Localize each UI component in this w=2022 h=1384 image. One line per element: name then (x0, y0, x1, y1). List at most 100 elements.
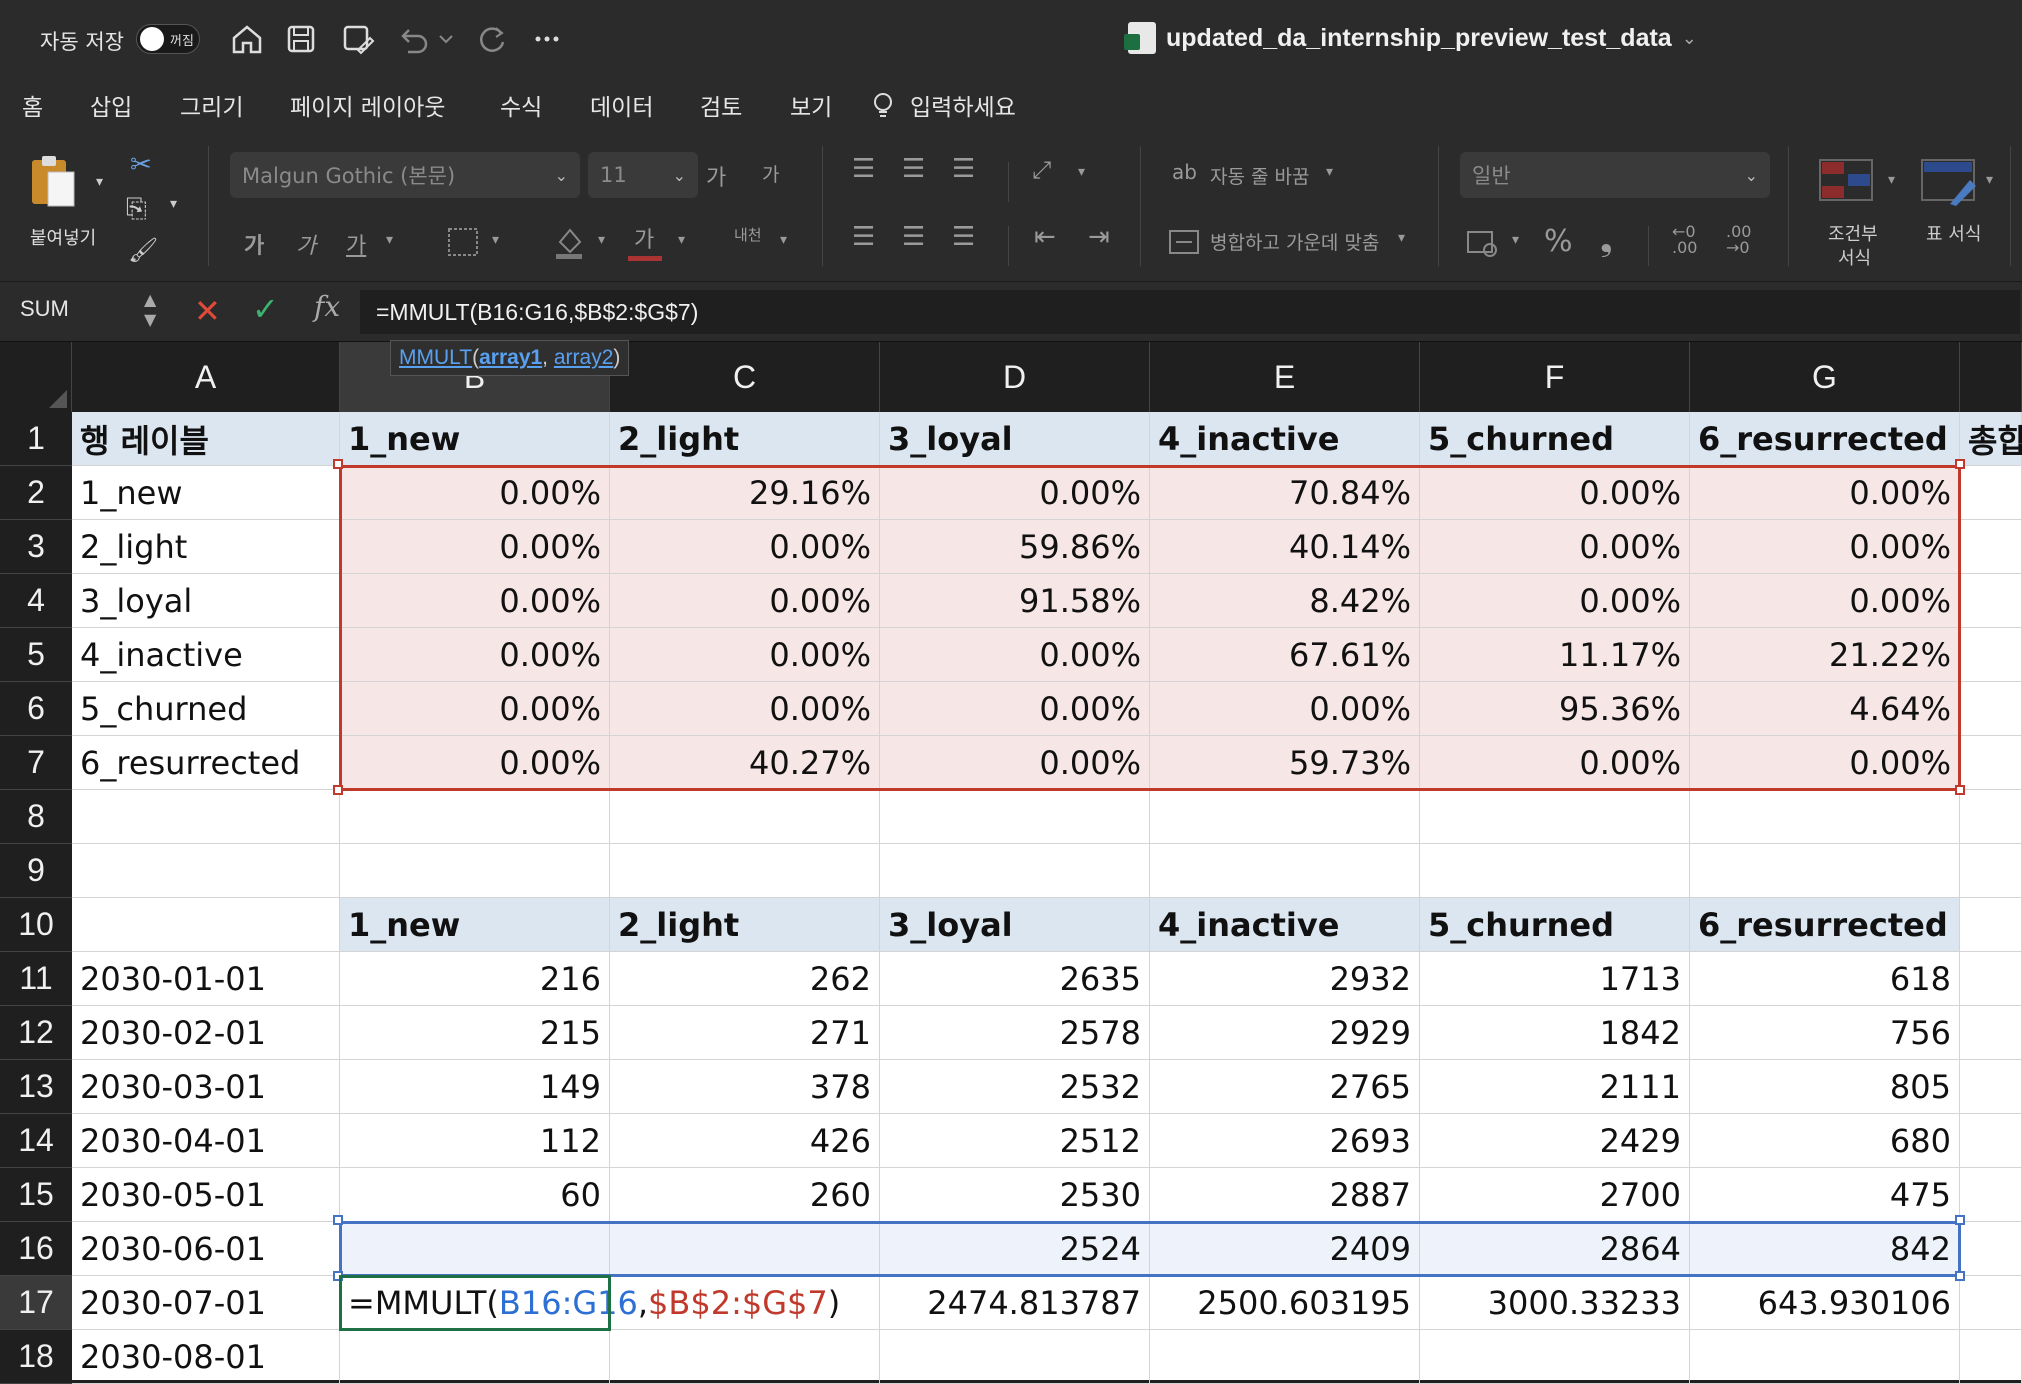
font-color-dropdown-icon[interactable]: ▾ (678, 232, 685, 248)
paste-icon[interactable] (28, 152, 80, 210)
cell-h6[interactable] (1960, 682, 2022, 736)
column-header-f[interactable]: F (1420, 342, 1690, 412)
cell-e1[interactable]: 4_inactive (1150, 412, 1420, 466)
cell-f6[interactable]: 95.36% (1420, 682, 1690, 736)
border-dropdown-icon[interactable]: ▾ (492, 232, 499, 248)
select-all-corner[interactable] (0, 342, 72, 412)
row-header-14[interactable]: 14 (0, 1114, 72, 1168)
cell-h16[interactable] (1960, 1222, 2022, 1276)
fill-color-dropdown-icon[interactable]: ▾ (598, 232, 605, 248)
tab-draw[interactable]: 그리기 (180, 88, 243, 122)
paste-dropdown-icon[interactable]: ▾ (96, 174, 103, 190)
cell-c1[interactable]: 2_light (610, 412, 880, 466)
cell-e16[interactable]: 2409 (1150, 1222, 1420, 1276)
cell-e14[interactable]: 2693 (1150, 1114, 1420, 1168)
undo-dropdown-icon[interactable] (436, 20, 456, 58)
column-header-a[interactable]: A (72, 342, 340, 412)
align-middle-icon[interactable]: ☰ (902, 154, 925, 184)
tab-data[interactable]: 데이터 (590, 88, 653, 122)
cell-g4[interactable]: 0.00% (1690, 574, 1960, 628)
cell-g3[interactable]: 0.00% (1690, 520, 1960, 574)
cell-b18[interactable] (340, 1330, 610, 1384)
name-box-stepper-icon[interactable]: ▲ ▼ (144, 290, 156, 330)
cell-g18[interactable] (1690, 1330, 1960, 1384)
cell-c3[interactable]: 0.00% (610, 520, 880, 574)
cell-h1[interactable]: 총합 (1960, 412, 2022, 466)
cell-c10[interactable]: 2_light (610, 898, 880, 952)
italic-button[interactable]: 가 (296, 228, 316, 260)
row-header-15[interactable]: 15 (0, 1168, 72, 1222)
cell-b5[interactable]: 0.00% (340, 628, 610, 682)
spreadsheet-grid[interactable]: A B C D E F G 1 2 3 4 5 6 7 8 9 10 11 12 13 14 15 16 17 18 행 레이블 1… (0, 342, 2022, 1384)
cell-b9[interactable] (340, 844, 610, 898)
cell-f15[interactable]: 2700 (1420, 1168, 1690, 1222)
cell-f4[interactable]: 0.00% (1420, 574, 1690, 628)
accounting-format-icon[interactable] (1466, 228, 1500, 258)
cell-g17[interactable]: 643.930106 (1690, 1276, 1960, 1330)
cell-a16[interactable]: 2030-06-01 (72, 1222, 340, 1276)
tab-insert[interactable]: 삽입 (90, 88, 132, 122)
cell-d12[interactable]: 2578 (880, 1006, 1150, 1060)
tell-me-search[interactable]: 입력하세요 (910, 88, 1016, 122)
row-header-6[interactable]: 6 (0, 682, 72, 736)
cell-b13[interactable]: 149 (340, 1060, 610, 1114)
cell-e5[interactable]: 67.61% (1150, 628, 1420, 682)
cell-d4[interactable]: 91.58% (880, 574, 1150, 628)
cell-d13[interactable]: 2532 (880, 1060, 1150, 1114)
accounting-dropdown-icon[interactable]: ▾ (1512, 232, 1519, 248)
cell-h7[interactable] (1960, 736, 2022, 790)
more-icon[interactable] (528, 20, 566, 58)
range-resize-handle[interactable] (333, 459, 343, 469)
row-header-1[interactable]: 1 (0, 412, 72, 466)
cell-g8[interactable] (1690, 790, 1960, 844)
cell-g9[interactable] (1690, 844, 1960, 898)
cell-e18[interactable] (1150, 1330, 1420, 1384)
cell-c4[interactable]: 0.00% (610, 574, 880, 628)
align-top-icon[interactable]: ☰ (852, 154, 875, 184)
cell-d9[interactable] (880, 844, 1150, 898)
conditional-format-dropdown-icon[interactable]: ▾ (1888, 172, 1895, 188)
cell-h15[interactable] (1960, 1168, 2022, 1222)
cell-a13[interactable]: 2030-03-01 (72, 1060, 340, 1114)
cell-f3[interactable]: 0.00% (1420, 520, 1690, 574)
underline-dropdown-icon[interactable]: ▾ (386, 232, 393, 248)
cell-e15[interactable]: 2887 (1150, 1168, 1420, 1222)
tooltip-arg2[interactable]: array2 (554, 346, 614, 369)
cell-d6[interactable]: 0.00% (880, 682, 1150, 736)
cell-d10[interactable]: 3_loyal (880, 898, 1150, 952)
row-header-18[interactable]: 18 (0, 1330, 72, 1384)
cell-f8[interactable] (1420, 790, 1690, 844)
save-as-icon[interactable] (338, 20, 376, 58)
range-resize-handle[interactable] (1955, 459, 1965, 469)
cell-b6[interactable]: 0.00% (340, 682, 610, 736)
row-header-7[interactable]: 7 (0, 736, 72, 790)
cell-f12[interactable]: 1842 (1420, 1006, 1690, 1060)
tooltip-function-name[interactable]: MMULT (399, 346, 472, 369)
orientation-icon[interactable]: ⤢ (1032, 156, 1051, 184)
cell-f10[interactable]: 5_churned (1420, 898, 1690, 952)
row-header-13[interactable]: 13 (0, 1060, 72, 1114)
cell-a7[interactable]: 6_resurrected (72, 736, 340, 790)
cell-f2[interactable]: 0.00% (1420, 466, 1690, 520)
cell-a8[interactable] (72, 790, 340, 844)
decrease-decimal-icon[interactable]: .00 →0 (1726, 224, 1751, 256)
cell-f14[interactable]: 2429 (1420, 1114, 1690, 1168)
decrease-indent-icon[interactable]: ⇤ (1034, 222, 1056, 252)
cell-g16[interactable]: 842 (1690, 1222, 1960, 1276)
increase-indent-icon[interactable]: ⇥ (1088, 222, 1110, 252)
conditional-format-icon[interactable] (1818, 158, 1874, 202)
range-resize-handle[interactable] (333, 1271, 343, 1281)
cell-a3[interactable]: 2_light (72, 520, 340, 574)
cell-a12[interactable]: 2030-02-01 (72, 1006, 340, 1060)
cancel-icon[interactable]: ✕ (194, 292, 221, 330)
cell-f17[interactable]: 3000.33233 (1420, 1276, 1690, 1330)
cell-h3[interactable] (1960, 520, 2022, 574)
formula-input[interactable]: =MMULT(B16:G16,$B$2:$G$7) (360, 290, 2020, 334)
cell-b3[interactable]: 0.00% (340, 520, 610, 574)
cell-h2[interactable] (1960, 466, 2022, 520)
cell-b17-formula-editor[interactable]: =MMULT(B16:G16,$B$2:$G$7) (348, 1284, 840, 1322)
vertical-text-dropdown-icon[interactable]: ▾ (780, 232, 787, 248)
tooltip-arg1[interactable]: array1 (479, 346, 542, 369)
cell-d3[interactable]: 59.86% (880, 520, 1150, 574)
bold-button[interactable]: 가 (244, 228, 264, 260)
